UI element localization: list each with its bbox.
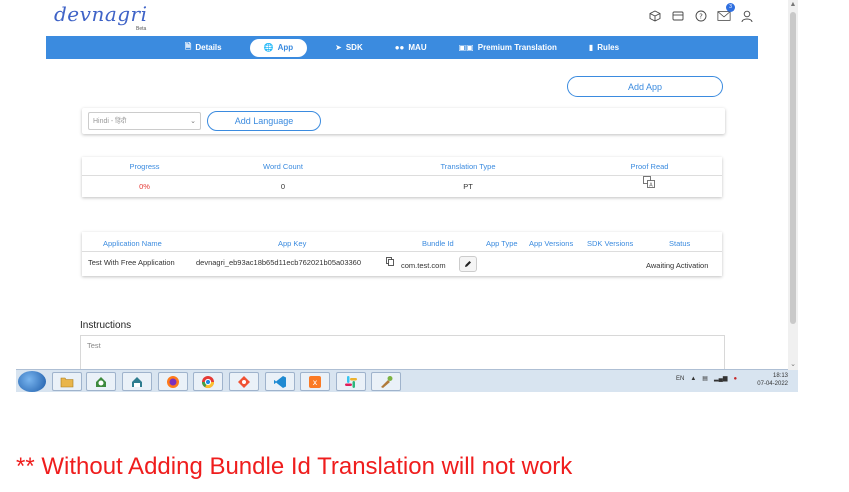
clock-time: 18:13 [772, 373, 788, 379]
col-app-versions: App Versions [529, 239, 574, 248]
edit-bundle-button[interactable] [459, 256, 477, 272]
instructions-label: Instructions [80, 320, 132, 331]
vertical-scrollbar[interactable]: ▲ ⌄ [788, 0, 798, 370]
col-progress: Progress [129, 162, 160, 171]
divider [82, 251, 722, 252]
app-key-value: devnagri_eb93ac18b65d11ecb762021b05a0336… [196, 258, 362, 267]
hp-app-icon[interactable] [86, 372, 116, 391]
firefox-icon[interactable] [158, 372, 188, 391]
progress-table-header: Progress Word Count Translation Type Pro… [82, 162, 722, 171]
tab-label: SDK [345, 43, 363, 52]
user-icon[interactable] [740, 9, 754, 23]
progress-value: 0% [139, 182, 150, 191]
translate-icon[interactable]: A [643, 176, 655, 188]
tab-sdk[interactable]: ➤ SDK [331, 39, 367, 57]
bundle-id-value: com.test.com [401, 261, 446, 270]
clock-date: 07-04-2022 [757, 381, 788, 387]
col-application-name: Application Name [103, 239, 162, 248]
mail-icon[interactable]: 3 [717, 3, 735, 23]
language-card: Hindi - हिंदी ⌄ Add Language [82, 108, 725, 134]
scroll-down-icon[interactable]: ⌄ [788, 360, 798, 370]
col-app-type: App Type [486, 239, 518, 248]
col-sdk-versions: SDK Versions [587, 239, 634, 248]
top-icons: ? 3 [648, 3, 754, 23]
main-nav: 🗎 Details 🌐 App ➤ SDK ●● MAU ▣▣ Premium … [46, 36, 758, 59]
add-language-button[interactable]: Add Language [207, 111, 321, 131]
table-icon: ▣▣ [458, 43, 474, 52]
application-table: Application Name App Key Bundle Id App T… [82, 232, 722, 276]
svg-text:?: ? [699, 13, 703, 21]
scroll-up-icon[interactable]: ▲ [788, 0, 798, 10]
vscode-icon[interactable] [265, 372, 295, 391]
top-bar: devnagri Beta ? 3 [16, 0, 788, 36]
add-app-button[interactable]: Add App [567, 76, 723, 97]
document-icon: 🗎 [184, 41, 192, 51]
language-select[interactable]: Hindi - हिंदी ⌄ [88, 112, 201, 130]
users-icon: ●● [394, 43, 405, 52]
chevron-down-icon: ⌄ [190, 118, 196, 125]
col-app-key: App Key [278, 239, 307, 248]
col-word-count: Word Count [263, 162, 303, 171]
word-count-value: 0 [280, 182, 286, 191]
chrome-icon[interactable] [193, 372, 223, 391]
col-proof-read: Proof Read [630, 162, 669, 171]
signal-icon[interactable]: ▂▄▆ [714, 375, 727, 382]
os-taskbar: x EN ▲ ▤ ▂▄▆ ● 18:13 07-04-2022 [16, 369, 798, 392]
language-indicator[interactable]: EN [676, 376, 684, 382]
col-bundle-id: Bundle Id [422, 239, 454, 248]
git-app-icon[interactable] [229, 372, 259, 391]
file-icon: ▮ [588, 43, 594, 52]
volume-icon[interactable]: ● [733, 376, 737, 382]
pencil-icon [465, 261, 471, 267]
cube-icon[interactable] [648, 9, 662, 23]
chevron-up-icon[interactable]: ▲ [690, 376, 696, 382]
proof-read-cell: A [577, 176, 722, 191]
tab-premium-translation[interactable]: ▣▣ Premium Translation [455, 39, 561, 57]
tab-mau[interactable]: ●● MAU [391, 39, 431, 57]
copy-icon[interactable] [386, 257, 394, 266]
scrollbar-thumb[interactable] [790, 12, 796, 324]
start-button[interactable] [18, 371, 46, 392]
logo[interactable]: devnagri [54, 2, 148, 26]
warning-message: ** Without Adding Bundle Id Translation … [16, 453, 573, 480]
xampp-icon[interactable]: x [300, 372, 330, 391]
clock[interactable]: 18:13 07-04-2022 [754, 372, 788, 388]
col-translation-type: Translation Type [440, 162, 496, 171]
divider [82, 175, 722, 176]
application-name-value: Test With Free Application [88, 258, 175, 267]
tab-label: App [277, 43, 294, 52]
globe-icon: 🌐 [263, 43, 274, 52]
progress-table: Progress Word Count Translation Type Pro… [82, 157, 722, 197]
paint-app-icon[interactable] [371, 372, 401, 391]
network-icon[interactable]: ▤ [702, 375, 708, 382]
app-screenshot: devnagri Beta ? 3 🗎 Details 🌐 App ➤ SDK … [16, 0, 798, 392]
svg-text:x: x [313, 378, 318, 387]
system-tray: EN ▲ ▤ ▂▄▆ ● [676, 375, 737, 383]
instructions-textarea[interactable]: Test [80, 335, 725, 370]
instructions-text: Test [87, 341, 101, 350]
slack-icon[interactable] [336, 372, 366, 391]
tab-label: Rules [597, 43, 620, 52]
translation-type-value: PT [463, 182, 473, 191]
home-app-icon[interactable] [122, 372, 152, 391]
rocket-icon: ➤ [335, 43, 342, 52]
card-icon[interactable] [671, 9, 685, 23]
tab-app[interactable]: 🌐 App [249, 38, 308, 57]
status-value: Awaiting Activation [646, 261, 709, 270]
language-select-value: Hindi - हिंदी [93, 118, 127, 125]
folder-app-icon[interactable] [52, 372, 82, 391]
tab-label: Details [195, 43, 222, 52]
logo-beta-label: Beta [136, 26, 147, 32]
svg-text:A: A [649, 183, 653, 189]
help-icon[interactable]: ? [694, 9, 708, 23]
tab-label: Premium Translation [477, 43, 557, 52]
col-status: Status [669, 239, 691, 248]
tab-label: MAU [408, 43, 427, 52]
table-row: 0% 0 PT A [82, 176, 722, 191]
notification-badge: 3 [726, 3, 735, 12]
tab-details[interactable]: 🗎 Details [181, 39, 226, 57]
tab-rules[interactable]: ▮ Rules [585, 39, 623, 57]
